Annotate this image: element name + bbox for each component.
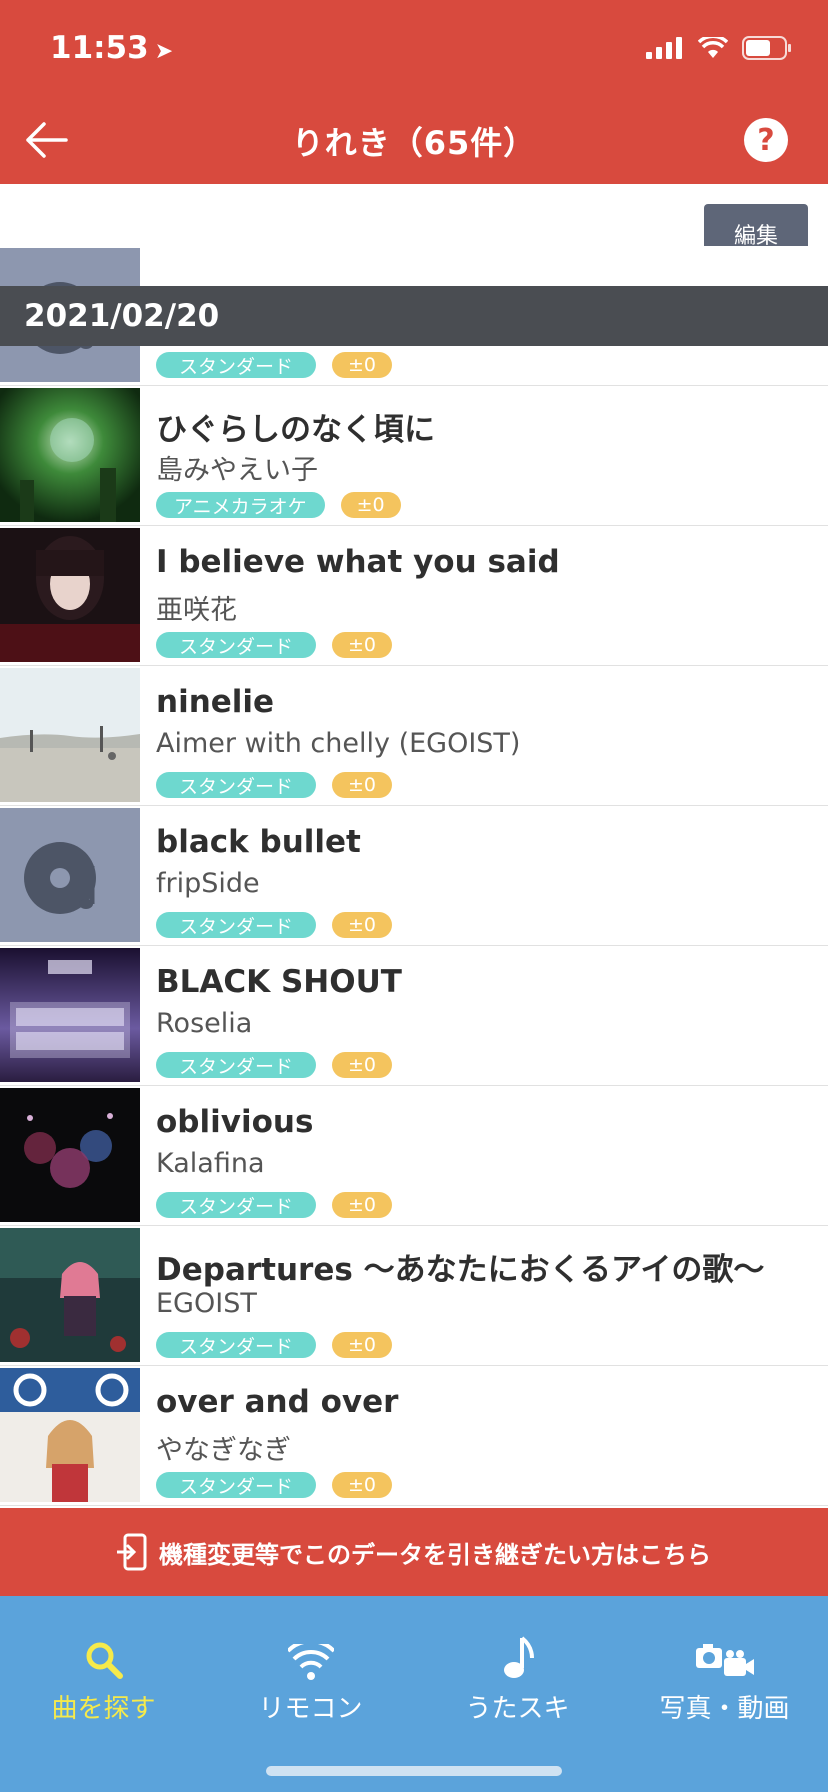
artist-name: Roselia	[156, 1008, 253, 1039]
tag-group: スタンダード ±0	[156, 1332, 392, 1358]
date-section-header: 2021/02/20	[0, 286, 828, 346]
tab-label: うたスキ	[465, 1694, 570, 1724]
tag-group: スタンダード ±0	[156, 912, 392, 938]
key-badge: ±0	[332, 912, 392, 938]
artist-name: 亜咲花	[156, 595, 237, 626]
nav-bar: りれき（65件） ?	[0, 96, 828, 184]
artist-name: やなぎなぎ	[156, 1435, 291, 1466]
album-thumbnail	[0, 668, 140, 802]
song-title: over and over	[156, 1384, 399, 1420]
tab-label: 写真・動画	[659, 1694, 790, 1724]
tag-group: スタンダード ±0	[156, 1052, 392, 1078]
album-thumbnail	[0, 1228, 140, 1362]
location-arrow-icon: ➤	[154, 39, 174, 64]
data-transfer-text: 機種変更等でこのデータを引き継ぎたい方はこちら	[159, 1540, 711, 1569]
tag-group: スタンダード ±0	[156, 1192, 392, 1218]
song-title: black bullet	[156, 824, 361, 860]
album-thumbnail	[0, 808, 140, 942]
music-note-icon	[414, 1630, 621, 1680]
karaoke-type-badge: スタンダード	[156, 772, 316, 798]
karaoke-type-badge: スタンダード	[156, 912, 316, 938]
list-item[interactable]: ひぐらしのなく頃に 島みやえい子 アニメカラオケ ±0	[0, 386, 828, 526]
song-title: I believe what you said	[156, 544, 560, 580]
list-item[interactable]: BLACK SHOUT Roselia スタンダード ±0	[0, 946, 828, 1086]
artist-name: 島みやえい子	[156, 455, 318, 486]
signal-icon	[646, 37, 682, 59]
tag-group: アニメカラオケ ±0	[156, 492, 401, 518]
album-thumbnail	[0, 528, 140, 662]
key-badge: ±0	[332, 352, 392, 378]
karaoke-type-badge: スタンダード	[156, 1332, 316, 1358]
tab-photo-video[interactable]: 写真・動画	[621, 1630, 828, 1725]
status-icons	[646, 36, 792, 60]
tab-search[interactable]: 曲を探す	[0, 1630, 207, 1725]
key-badge: ±0	[332, 772, 392, 798]
key-badge: ±0	[332, 1052, 392, 1078]
list-item[interactable]: I believe what you said 亜咲花 スタンダード ±0	[0, 526, 828, 666]
list-item[interactable]: over and over やなぎなぎ スタンダード ±0	[0, 1366, 828, 1506]
song-title: Departures 〜あなたにおくるアイの歌〜	[156, 1252, 765, 1288]
song-title: BLACK SHOUT	[156, 964, 402, 1000]
list-item[interactable]: black bullet fripSide スタンダード ±0	[0, 806, 828, 946]
tag-group: スタンダード ±0	[156, 772, 392, 798]
camera-icon	[621, 1630, 828, 1680]
tag-group: スタンダード ±0	[156, 632, 392, 658]
album-thumbnail	[0, 388, 140, 522]
list-item[interactable]: Departures 〜あなたにおくるアイの歌〜 EGOIST スタンダード ±…	[0, 1226, 828, 1366]
key-badge: ±0	[332, 1472, 392, 1498]
album-thumbnail	[0, 948, 140, 1082]
artist-name: EGOIST	[156, 1288, 257, 1319]
home-indicator	[266, 1766, 562, 1776]
tag-group: スタンダード ±0	[156, 1472, 392, 1498]
status-time-text: 11:53	[50, 30, 149, 66]
tab-utasuki[interactable]: うたスキ	[414, 1630, 621, 1725]
battery-icon	[742, 36, 791, 60]
page-title: りれき（65件）	[291, 124, 537, 162]
album-thumbnail	[0, 1088, 140, 1222]
artist-name: Aimer with chelly (EGOIST)	[156, 728, 521, 759]
bottom-tab-bar: 曲を探す リモコン うたスキ 写真・動画	[0, 1596, 828, 1792]
key-badge: ±0	[332, 1192, 392, 1218]
karaoke-type-badge: スタンダード	[156, 1192, 316, 1218]
history-list[interactable]: スタンダード ±0 ひぐらしのなく頃に 島みやえい子 アニメカラオケ ±0 I …	[0, 246, 828, 1506]
status-time: 11:53 ➤	[50, 30, 173, 66]
wifi-icon	[207, 1630, 414, 1680]
karaoke-type-badge: スタンダード	[156, 1052, 316, 1078]
karaoke-type-badge: スタンダード	[156, 352, 316, 378]
data-transfer-banner[interactable]: 機種変更等でこのデータを引き継ぎたい方はこちら	[0, 1508, 828, 1596]
tag-group: スタンダード ±0	[156, 352, 392, 378]
karaoke-type-badge: スタンダード	[156, 632, 316, 658]
list-item[interactable]: oblivious Kalafina スタンダード ±0	[0, 1086, 828, 1226]
song-title: oblivious	[156, 1104, 314, 1140]
tab-remote[interactable]: リモコン	[207, 1630, 414, 1725]
phone-transfer-icon	[117, 1533, 147, 1571]
karaoke-type-badge: スタンダード	[156, 1472, 316, 1498]
key-badge: ±0	[332, 632, 392, 658]
list-item[interactable]: ninelie Aimer with chelly (EGOIST) スタンダー…	[0, 666, 828, 806]
album-thumbnail	[0, 1368, 140, 1502]
key-badge: ±0	[340, 492, 401, 518]
artist-name: Kalafina	[156, 1148, 265, 1179]
tab-label: リモコン	[258, 1694, 363, 1724]
wifi-status-icon	[698, 37, 728, 58]
help-button[interactable]: ?	[744, 118, 788, 162]
song-title: ninelie	[156, 684, 275, 720]
song-title: ひぐらしのなく頃に	[156, 412, 435, 448]
karaoke-type-badge: アニメカラオケ	[156, 492, 325, 518]
search-icon	[0, 1630, 207, 1680]
status-bar: 11:53 ➤	[0, 0, 828, 96]
key-badge: ±0	[332, 1332, 392, 1358]
tab-label: 曲を探す	[51, 1694, 156, 1724]
artist-name: fripSide	[156, 868, 260, 899]
